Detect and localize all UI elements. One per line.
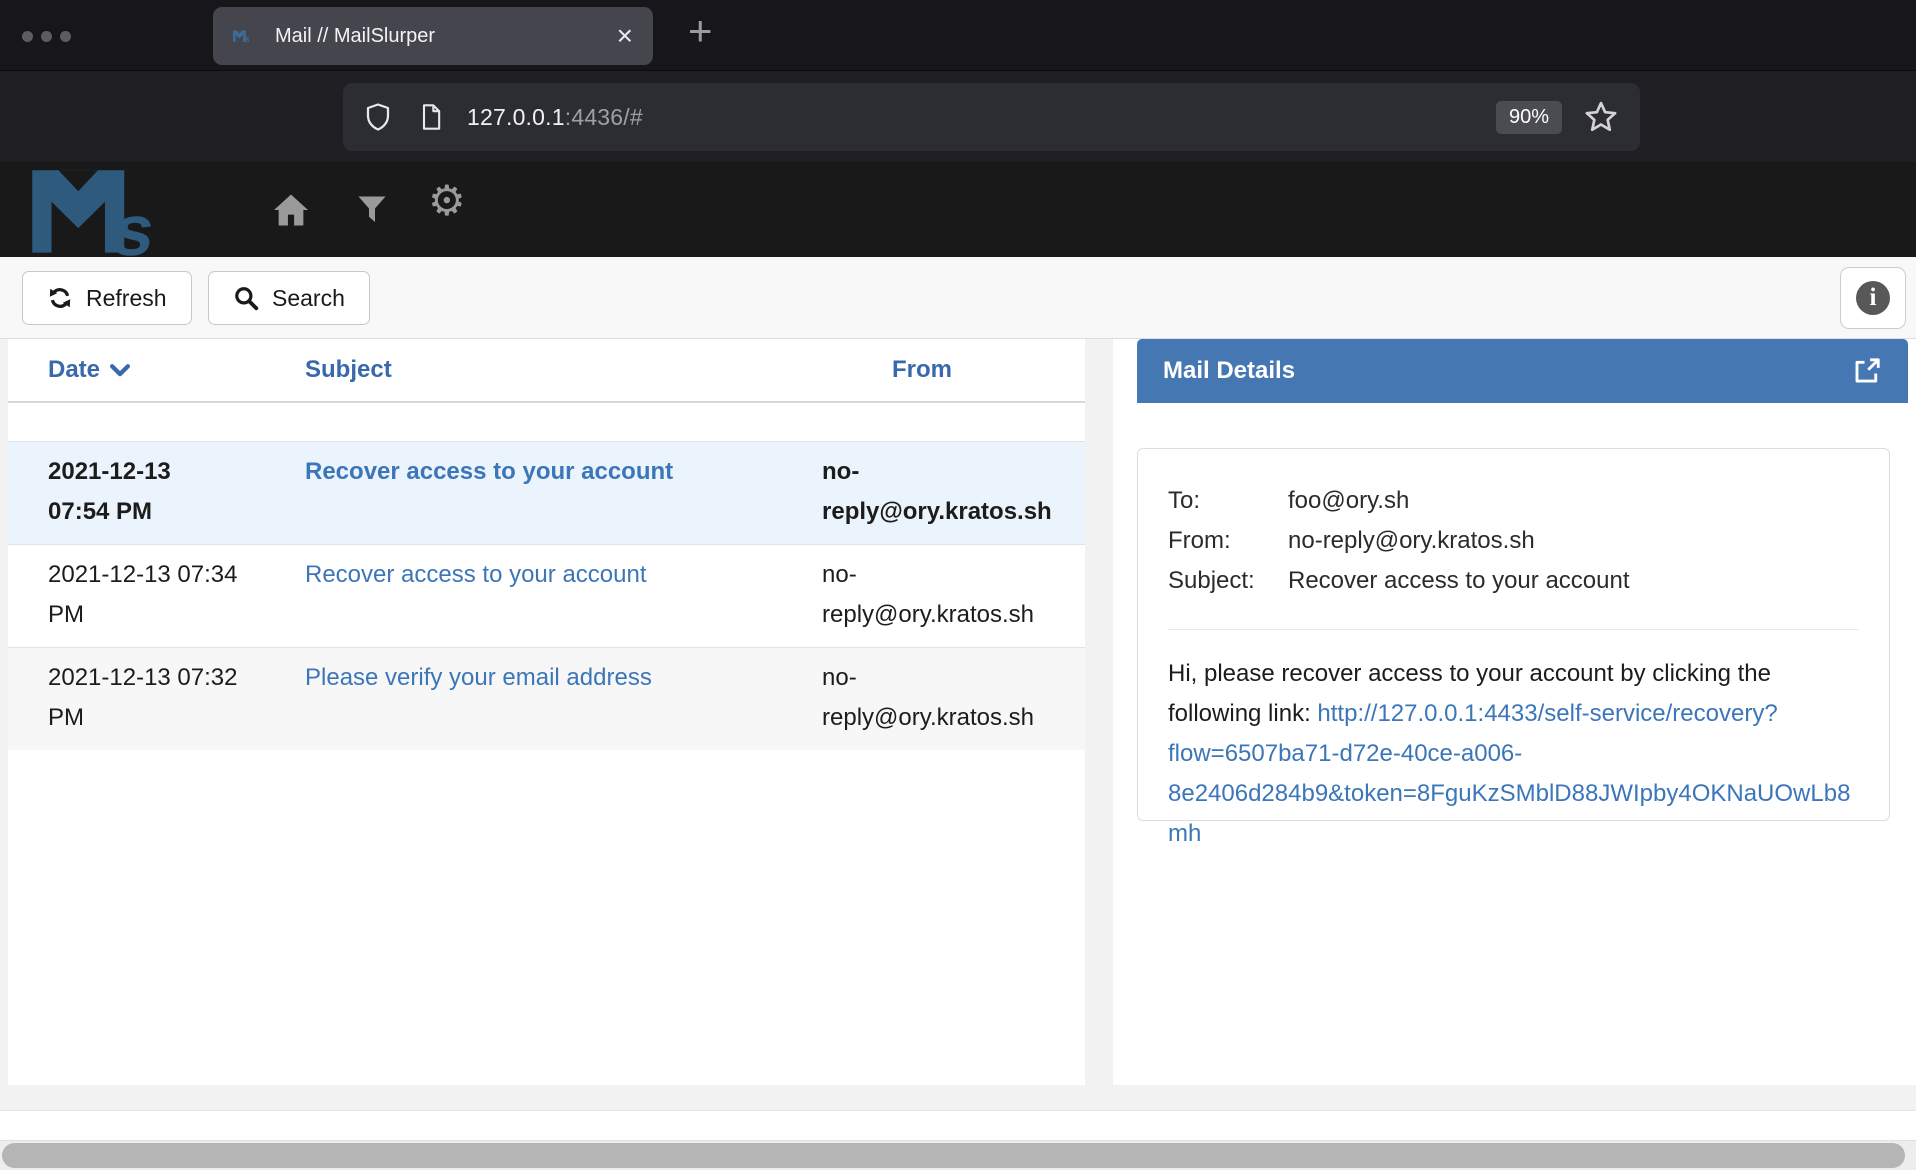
mail-row[interactable]: 2021-12-13 07:34 PM Recover access to yo… bbox=[8, 544, 1085, 647]
mail-details-title: Mail Details bbox=[1163, 357, 1295, 385]
refresh-label: Refresh bbox=[86, 285, 167, 312]
url-bar[interactable]: 127.0.0.1:4436/# 90% bbox=[343, 83, 1640, 151]
search-button[interactable]: Search bbox=[208, 271, 370, 325]
card-divider bbox=[1168, 629, 1859, 630]
page-bottom-strip bbox=[0, 1110, 1916, 1140]
mail-date: 2021-12-13 07:54 PM bbox=[8, 452, 268, 532]
sort-desc-icon bbox=[110, 364, 130, 377]
window-controls bbox=[22, 31, 71, 42]
filter-icon[interactable] bbox=[357, 193, 387, 227]
column-header-date[interactable]: Date bbox=[8, 356, 268, 384]
mail-body: Hi, please recover access to your accoun… bbox=[1168, 654, 1859, 854]
shield-permissions-icon[interactable] bbox=[363, 101, 393, 133]
refresh-icon bbox=[47, 285, 73, 311]
mail-row[interactable]: 2021-12-13 07:54 PM Recover access to yo… bbox=[8, 441, 1085, 544]
mailslurper-favicon-icon: s bbox=[233, 24, 261, 48]
bookmark-star-icon[interactable] bbox=[1584, 100, 1618, 134]
mail-from: no-reply@ory.kratos.sh bbox=[783, 452, 1085, 532]
mail-list-header: Date Subject From bbox=[8, 339, 1085, 403]
search-label: Search bbox=[272, 285, 345, 312]
window-dot[interactable] bbox=[60, 31, 71, 42]
from-value: no-reply@ory.kratos.sh bbox=[1288, 521, 1859, 561]
mail-rows: 2021-12-13 07:54 PM Recover access to yo… bbox=[8, 441, 1085, 750]
info-icon: i bbox=[1856, 281, 1890, 315]
tab-close-icon[interactable]: × bbox=[617, 22, 633, 50]
mail-list-panel: Date Subject From 2021-12-13 07:54 PM Re… bbox=[8, 339, 1085, 1085]
refresh-button[interactable]: Refresh bbox=[22, 271, 192, 325]
subject-label: Subject: bbox=[1168, 561, 1288, 601]
zoom-level-badge[interactable]: 90% bbox=[1496, 101, 1562, 134]
mail-subject-link[interactable]: Recover access to your account bbox=[268, 452, 783, 532]
page-info-icon[interactable] bbox=[417, 101, 445, 133]
mailslurper-header: s ⚙ bbox=[0, 162, 1916, 257]
mail-date: 2021-12-13 07:34 PM bbox=[8, 555, 268, 635]
open-external-icon[interactable] bbox=[1852, 356, 1882, 386]
window-dot[interactable] bbox=[22, 31, 33, 42]
horizontal-scrollbar-thumb[interactable] bbox=[2, 1143, 1905, 1168]
mail-details-heading: Mail Details bbox=[1137, 339, 1908, 403]
browser-tab[interactable]: s Mail // MailSlurper × bbox=[213, 7, 653, 65]
mail-subject-link[interactable]: Please verify your email address bbox=[268, 658, 783, 738]
mail-details-panel: Mail Details To: foo@ory.sh From: no-rep… bbox=[1113, 339, 1916, 1085]
action-toolbar: Refresh Search i bbox=[0, 257, 1916, 339]
main-content: Date Subject From 2021-12-13 07:54 PM Re… bbox=[0, 339, 1916, 1110]
mail-subject-link[interactable]: Recover access to your account bbox=[268, 555, 783, 635]
url-host: 127.0.0.1 bbox=[467, 104, 565, 130]
mailslurper-logo: s bbox=[26, 165, 240, 257]
column-header-subject[interactable]: Subject bbox=[268, 356, 783, 384]
to-value: foo@ory.sh bbox=[1288, 481, 1859, 521]
subject-value: Recover access to your account bbox=[1288, 561, 1859, 601]
mail-date: 2021-12-13 07:32 PM bbox=[8, 658, 268, 738]
browser-navbar: 127.0.0.1:4436/# 90% bbox=[0, 70, 1916, 162]
info-button[interactable]: i bbox=[1840, 267, 1906, 329]
browser-tab-bar: s Mail // MailSlurper × + bbox=[0, 0, 1916, 70]
settings-gear-icon[interactable]: ⚙ bbox=[428, 180, 466, 222]
mail-from: no-reply@ory.kratos.sh bbox=[783, 555, 1085, 635]
from-label: From: bbox=[1168, 521, 1288, 561]
tab-title: Mail // MailSlurper bbox=[275, 25, 435, 48]
to-label: To: bbox=[1168, 481, 1288, 521]
new-tab-button[interactable]: + bbox=[688, 10, 713, 52]
mail-row[interactable]: 2021-12-13 07:32 PM Please verify your e… bbox=[8, 647, 1085, 750]
mail-from: no-reply@ory.kratos.sh bbox=[783, 658, 1085, 738]
window-dot[interactable] bbox=[41, 31, 52, 42]
horizontal-scrollbar[interactable] bbox=[0, 1140, 1916, 1170]
mail-details-card: To: foo@ory.sh From: no-reply@ory.kratos… bbox=[1137, 448, 1890, 821]
url-text: 127.0.0.1:4436/# bbox=[467, 104, 643, 131]
column-header-from[interactable]: From bbox=[783, 356, 1085, 384]
search-icon bbox=[233, 285, 259, 311]
mailslurper-page: { "browser": { "tab": { "title": "Mail /… bbox=[0, 0, 1916, 1170]
url-path: :4436/# bbox=[565, 104, 643, 130]
home-icon[interactable] bbox=[272, 193, 310, 227]
